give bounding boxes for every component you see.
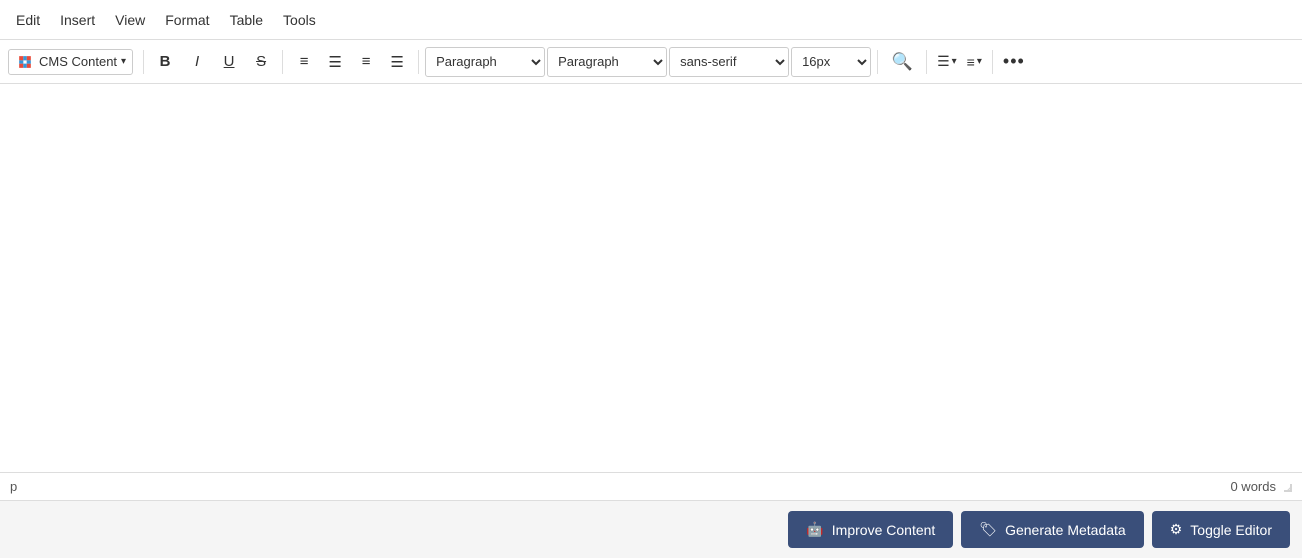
ordered-list-button[interactable]: ≡ ▾	[963, 47, 986, 77]
insert-menu[interactable]: Insert	[52, 8, 103, 32]
unordered-list-chevron: ▾	[952, 56, 957, 67]
bold-button[interactable]: B	[150, 47, 180, 77]
action-bar: 🤖 Improve Content 🏷 Generate Metadata ⚙ …	[0, 500, 1302, 558]
view-menu[interactable]: View	[107, 8, 153, 32]
align-center-icon: ☰	[328, 53, 341, 71]
paragraph-style-select-2[interactable]: Paragraph	[547, 47, 667, 77]
align-justify-button[interactable]: ☰	[382, 47, 412, 77]
generate-metadata-button[interactable]: 🏷 Generate Metadata	[961, 511, 1143, 548]
improve-content-button[interactable]: 🤖 Improve Content	[788, 511, 953, 548]
paragraph-style-select-1[interactable]: Paragraph	[425, 47, 545, 77]
underline-button[interactable]: U	[214, 47, 244, 77]
unordered-list-button[interactable]: ☰ ▾	[933, 47, 961, 77]
menu-bar: Edit Insert View Format Table Tools	[0, 0, 1302, 40]
divider-2	[282, 50, 283, 74]
align-right-icon: ≡	[362, 53, 371, 70]
align-center-button[interactable]: ☰	[320, 47, 350, 77]
edit-menu[interactable]: Edit	[8, 8, 48, 32]
ordered-list-chevron: ▾	[977, 56, 982, 67]
search-button[interactable]: 🔍	[884, 47, 920, 77]
joomla-icon	[15, 52, 35, 72]
divider-4	[877, 50, 878, 74]
format-menu[interactable]: Format	[157, 8, 217, 32]
tools-menu[interactable]: Tools	[275, 8, 324, 32]
font-family-select[interactable]: sans-serif	[669, 47, 789, 77]
divider-1	[143, 50, 144, 74]
element-indicator: p	[10, 479, 17, 494]
unordered-list-icon: ☰	[937, 53, 950, 70]
align-group: ≡ ☰ ≡ ☰	[289, 47, 412, 77]
more-options-icon: •••	[1003, 51, 1025, 72]
search-icon: 🔍	[891, 52, 912, 72]
font-size-select[interactable]: 16px	[791, 47, 871, 77]
cms-content-dropdown[interactable]: CMS Content ▾	[8, 49, 133, 75]
align-left-icon: ≡	[300, 53, 309, 70]
divider-5	[926, 50, 927, 74]
resize-handle[interactable]	[1282, 482, 1292, 492]
divider-6	[992, 50, 993, 74]
cms-content-chevron: ▾	[121, 56, 126, 67]
generate-metadata-icon: 🏷	[979, 521, 997, 538]
italic-button[interactable]: I	[182, 47, 212, 77]
divider-3	[418, 50, 419, 74]
toolbar: CMS Content ▾ B I U S ≡ ☰ ≡ ☰ Paragraph	[0, 40, 1302, 84]
word-count: 0 words	[1230, 479, 1276, 494]
align-justify-icon: ☰	[390, 53, 403, 71]
improve-content-icon: 🤖	[806, 521, 823, 538]
strikethrough-button[interactable]: S	[246, 47, 276, 77]
status-bar: p 0 words	[0, 472, 1302, 500]
cms-content-label: CMS Content	[39, 54, 117, 69]
ordered-list-icon: ≡	[967, 54, 975, 70]
more-options-button[interactable]: •••	[999, 47, 1029, 77]
align-right-button[interactable]: ≡	[351, 47, 381, 77]
table-menu[interactable]: Table	[222, 8, 271, 32]
align-left-button[interactable]: ≡	[289, 47, 319, 77]
editor-area[interactable]	[0, 84, 1302, 472]
toggle-editor-icon: ⚙	[1170, 521, 1183, 538]
toggle-editor-button[interactable]: ⚙ Toggle Editor	[1152, 511, 1290, 548]
